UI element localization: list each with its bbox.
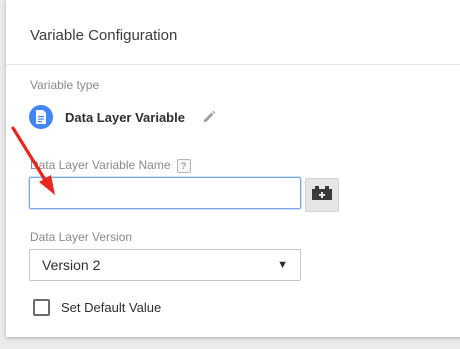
default-value-label: Set Default Value [61, 300, 162, 315]
variable-type-name: Data Layer Variable [65, 109, 185, 125]
document-icon [29, 105, 53, 129]
default-value-checkbox[interactable] [33, 299, 50, 316]
variable-configuration-panel: Variable Configuration Variable type Dat… [6, 0, 460, 337]
default-value-row[interactable]: Set Default Value [33, 299, 161, 316]
version-label: Data Layer Version [30, 230, 133, 244]
variable-name-input[interactable] [29, 177, 301, 209]
pencil-icon[interactable] [202, 110, 216, 124]
insert-variable-button[interactable] [305, 178, 339, 212]
variable-type-label: Variable type [30, 78, 100, 92]
version-dropdown[interactable]: Version 2 ▼ [29, 249, 301, 281]
version-selected-value: Version 2 [42, 257, 101, 273]
title-divider [6, 64, 460, 65]
variable-name-label-text: Data Layer Variable Name [30, 158, 171, 172]
variable-type-selector[interactable]: Data Layer Variable [29, 104, 216, 130]
lego-brick-icon [312, 185, 332, 205]
help-icon[interactable]: ? [176, 158, 191, 173]
panel-title: Variable Configuration [30, 27, 178, 44]
variable-name-label: Data Layer Variable Name? [30, 158, 191, 173]
triangle-down-icon: ▼ [277, 259, 288, 271]
